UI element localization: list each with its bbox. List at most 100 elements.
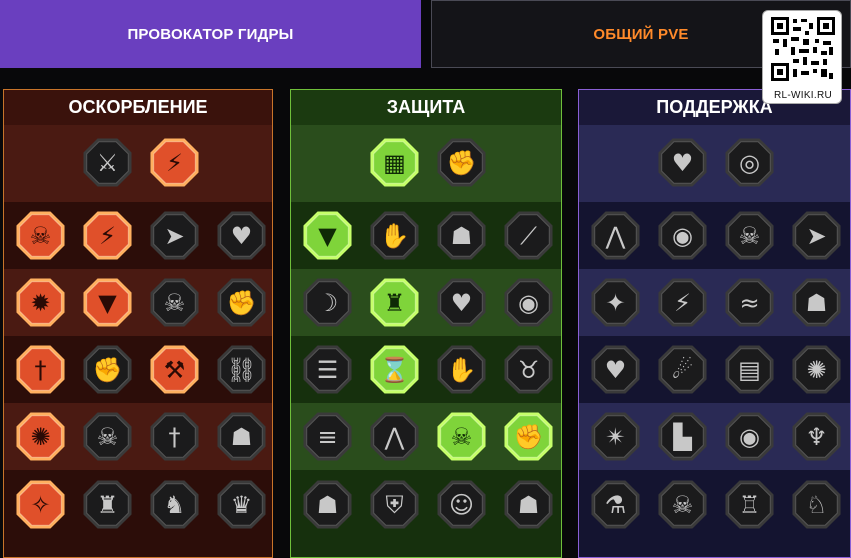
talent-dwarf[interactable]: ☺: [435, 478, 488, 531]
talent-open-hand[interactable]: ✋: [435, 343, 488, 396]
panel-defense: ЗАЩИТА ▦ ✊ ▼ ✋ ☗ ⟋ ☽ ♜ ♥ ◉ ☰ ⌛ ✋ ♉ ≡ ⋀ ☠ ✊ ☗ ⛨ ☺ ☗: [290, 89, 562, 558]
talent-eagle[interactable]: ♘: [790, 478, 843, 531]
talent-knight-shield[interactable]: ♜: [368, 276, 421, 329]
talent-radiant-skull[interactable]: ☠: [435, 410, 488, 463]
talent-warrior[interactable]: ☗: [215, 410, 268, 463]
talent-raised-fist[interactable]: ✊: [81, 343, 134, 396]
talent-row: ✴ ▙ ◉ ♆: [579, 403, 850, 470]
talent-frame: [792, 345, 841, 394]
talent-frame: [370, 345, 419, 394]
qr-code-watermark: RL-WIKI.RU: [762, 10, 842, 104]
talent-claw-strike[interactable]: ⚡: [81, 209, 134, 262]
talent-healing-heart[interactable]: ♥: [656, 136, 709, 189]
talent-muscle[interactable]: ☗: [502, 478, 555, 531]
talent-frame: [792, 211, 841, 260]
talent-frame: [504, 412, 553, 461]
talent-blade-deflect[interactable]: ⟋: [502, 209, 555, 262]
talent-frame: [591, 278, 640, 327]
talent-frame: [150, 412, 199, 461]
talent-hit-impact[interactable]: ✹: [14, 276, 67, 329]
talent-hand-grab[interactable]: ✊: [502, 410, 555, 463]
talent-row: ☠ ⚡ ➤ ♥: [4, 202, 272, 269]
talent-row: † ✊ ⚒ ⛓: [4, 336, 272, 403]
talent-crossed-swords[interactable]: ⚔: [81, 136, 134, 189]
talent-frame: [591, 480, 640, 529]
talent-frame: [83, 412, 132, 461]
talent-blessing[interactable]: ✦: [589, 276, 642, 329]
talent-claws[interactable]: ⋀: [368, 410, 421, 463]
talent-frame: [725, 138, 774, 187]
talent-shield-ring[interactable]: ◉: [656, 209, 709, 262]
talent-beast[interactable]: ♞: [148, 478, 201, 531]
talent-slash-strike[interactable]: ⚡: [148, 136, 201, 189]
talent-frame: [437, 480, 486, 529]
talent-fist[interactable]: ✊: [435, 136, 488, 189]
talent-row: ♥ ◎: [579, 125, 850, 203]
panel-title: ЗАЩИТА: [291, 90, 561, 125]
talent-boot[interactable]: ▙: [656, 410, 709, 463]
talent-frame: [504, 211, 553, 260]
talent-meteor[interactable]: ☄: [656, 343, 709, 396]
talent-eye[interactable]: ◉: [723, 410, 776, 463]
talent-frame: [150, 345, 199, 394]
talent-horned-demon[interactable]: ☠: [14, 209, 67, 262]
tab-hydra-provoker[interactable]: ПРОВОКАТОР ГИДРЫ: [0, 0, 421, 68]
talent-explosion[interactable]: ✺: [14, 410, 67, 463]
talent-skulls[interactable]: ☠: [81, 410, 134, 463]
talent-skull-flask[interactable]: ☠: [723, 209, 776, 262]
talent-row: ⚔ ⚡: [4, 125, 272, 203]
talent-crack[interactable]: ≈: [723, 276, 776, 329]
talent-heart-skull[interactable]: ♥: [435, 276, 488, 329]
talent-spirit[interactable]: ☽: [301, 276, 354, 329]
talent-frame: [658, 278, 707, 327]
talent-row: ✺ ☠ † ☗: [4, 403, 272, 470]
talent-armor[interactable]: ⛨: [368, 478, 421, 531]
talent-chevron-shield[interactable]: ▼: [301, 209, 354, 262]
talent-bull[interactable]: ♉: [502, 343, 555, 396]
talent-axe[interactable]: ⚒: [148, 343, 201, 396]
talent-speed-arrow[interactable]: ➤: [790, 209, 843, 262]
talent-hand-shield[interactable]: ✋: [368, 209, 421, 262]
talent-chains[interactable]: ⛓: [215, 343, 268, 396]
talent-praying-hands[interactable]: ⋀: [589, 209, 642, 262]
talent-grim-skull[interactable]: ☠: [656, 478, 709, 531]
talent-frame: [504, 345, 553, 394]
talent-sparkle-sword[interactable]: ✧: [14, 478, 67, 531]
talent-aura-head[interactable]: ◉: [502, 276, 555, 329]
talent-dagger-sun[interactable]: †: [148, 410, 201, 463]
talent-hourglass[interactable]: ⌛: [368, 343, 421, 396]
talent-knight-helmet[interactable]: ♜: [81, 478, 134, 531]
talent-fist-strike[interactable]: ✊: [215, 276, 268, 329]
talent-compass-star[interactable]: ✴: [589, 410, 642, 463]
talent-frame: [150, 278, 199, 327]
talent-row: ▦ ✊: [291, 125, 561, 203]
talent-wall[interactable]: ▦: [368, 136, 421, 189]
talent-row: ▼ ✋ ☗ ⟋: [291, 202, 561, 269]
talent-poison-flask[interactable]: ⚗: [589, 478, 642, 531]
talent-row: ♥ ☄ ▤ ✺: [579, 336, 850, 403]
talent-shield-arrow[interactable]: ➤: [148, 209, 201, 262]
talent-skull-slash[interactable]: ☠: [148, 276, 201, 329]
talent-fangs[interactable]: ▼: [81, 276, 134, 329]
talent-lightning-shield[interactable]: ⚡: [656, 276, 709, 329]
talent-vortex[interactable]: ◎: [723, 136, 776, 189]
talent-frame: [83, 345, 132, 394]
talent-silhouette[interactable]: ☗: [790, 276, 843, 329]
talent-scarecrow[interactable]: ♆: [790, 410, 843, 463]
talent-strongman[interactable]: ☗: [435, 209, 488, 262]
talent-golem[interactable]: ☗: [301, 478, 354, 531]
talent-frame: [725, 480, 774, 529]
talent-fortress[interactable]: ♖: [723, 478, 776, 531]
talent-frame: [370, 278, 419, 327]
talent-dash[interactable]: ≡: [301, 410, 354, 463]
talent-heart-pierce[interactable]: ♥: [215, 209, 268, 262]
talent-sword-target[interactable]: †: [14, 343, 67, 396]
talent-heart-chain[interactable]: ♥: [589, 343, 642, 396]
talent-open-book[interactable]: ▤: [723, 343, 776, 396]
talent-spiked-helmet[interactable]: ♛: [215, 478, 268, 531]
panel-support: ПОДДЕРЖКА ♥ ◎ ⋀ ◉ ☠ ➤ ✦ ⚡ ≈ ☗ ♥ ☄ ▤ ✺ ✴ ▙ ◉ ♆ ⚗ ☠ ♖ ♘: [578, 89, 851, 558]
talent-row: ✦ ⚡ ≈ ☗: [579, 269, 850, 336]
talent-crowd[interactable]: ☰: [301, 343, 354, 396]
talent-frame: [504, 480, 553, 529]
talent-sunburst[interactable]: ✺: [790, 343, 843, 396]
